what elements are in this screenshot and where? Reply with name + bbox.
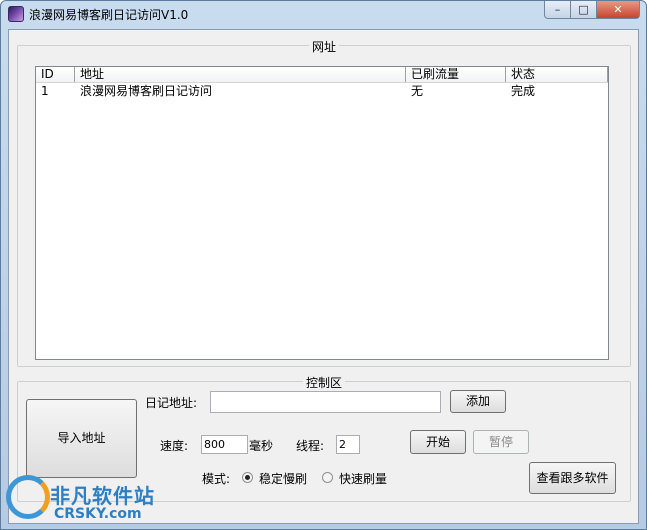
threads-label: 线程:: [296, 439, 325, 453]
mode-stable-radio[interactable]: [242, 472, 253, 483]
speed-input[interactable]: [201, 435, 248, 454]
mode-fast-label[interactable]: 快速刷量: [339, 470, 387, 487]
column-header-status[interactable]: 状态: [506, 67, 608, 82]
mode-label: 模式:: [202, 472, 231, 486]
url-group: 网址 ID 地址 已刷流量 状态 1 浪漫网易博客刷日记访问 无 完成: [17, 40, 631, 367]
threads-input[interactable]: [336, 435, 360, 454]
column-header-id[interactable]: ID: [36, 67, 75, 82]
mode-fast-radio[interactable]: [322, 472, 333, 483]
speed-unit: 毫秒: [249, 439, 274, 453]
window-controls: – □ ✕: [544, 1, 640, 20]
app-icon: [8, 6, 24, 22]
maximize-button[interactable]: □: [571, 1, 597, 19]
window-title: 浪漫网易博客刷日记访问V1.0: [29, 8, 189, 22]
column-header-traffic[interactable]: 已刷流量: [406, 67, 506, 82]
list-row[interactable]: 1 浪漫网易博客刷日记访问 无 完成: [36, 83, 608, 99]
diary-address-input[interactable]: [210, 391, 441, 413]
diary-address-label: 日记地址:: [145, 396, 198, 410]
pause-button[interactable]: 暂停: [473, 430, 529, 454]
cell-address: 浪漫网易博客刷日记访问: [80, 84, 213, 98]
cell-status: 完成: [511, 84, 536, 98]
close-icon: ✕: [613, 3, 623, 16]
more-software-button[interactable]: 查看跟多软件: [529, 462, 616, 494]
cell-traffic: 无: [411, 84, 424, 98]
watermark-cn: 非凡软件站: [50, 484, 155, 508]
import-address-button[interactable]: 导入地址: [26, 399, 137, 478]
import-address-label: 导入地址: [57, 431, 106, 445]
url-list[interactable]: ID 地址 已刷流量 状态 1 浪漫网易博客刷日记访问 无 完成: [35, 66, 609, 360]
crsky-logo-icon: [6, 475, 50, 519]
minimize-button[interactable]: –: [544, 1, 571, 19]
control-group-title: 控制区: [302, 376, 345, 390]
start-button[interactable]: 开始: [410, 430, 466, 454]
url-group-title: 网址: [308, 40, 339, 54]
column-header-address[interactable]: 地址: [75, 67, 406, 82]
speed-label: 速度:: [160, 439, 189, 453]
close-button[interactable]: ✕: [597, 1, 640, 19]
client-area: 网址 ID 地址 已刷流量 状态 1 浪漫网易博客刷日记访问 无 完成 控制区: [8, 29, 639, 524]
cell-id: 1: [41, 84, 49, 98]
minimize-icon: –: [554, 3, 561, 16]
start-label: 开始: [425, 435, 450, 449]
mode-stable-label[interactable]: 稳定慢刷: [259, 470, 307, 487]
title-bar[interactable]: 浪漫网易博客刷日记访问V1.0 – □ ✕: [1, 1, 646, 27]
maximize-icon: □: [578, 3, 589, 16]
list-header: ID 地址 已刷流量 状态: [36, 67, 608, 83]
more-software-label: 查看跟多软件: [536, 471, 609, 485]
pause-label: 暂停: [488, 435, 513, 449]
add-button[interactable]: 添加: [450, 390, 506, 413]
main-window: 浪漫网易博客刷日记访问V1.0 – □ ✕ 网址 ID 地址 已刷流量 状态 1…: [0, 0, 647, 530]
watermark: 非凡软件站 CRSKY.com: [0, 468, 160, 530]
add-label: 添加: [465, 394, 490, 408]
watermark-en: CRSKY.com: [54, 506, 142, 522]
